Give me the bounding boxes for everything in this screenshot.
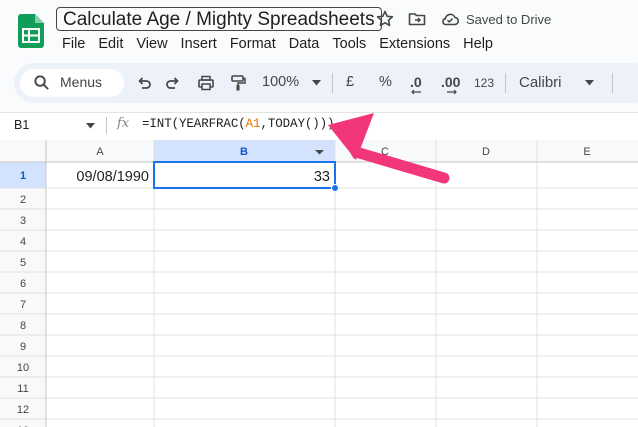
formula-bar-divider (106, 117, 107, 134)
redo-icon[interactable] (164, 74, 182, 92)
row-header-11[interactable]: 11 (17, 383, 28, 395)
save-status[interactable]: Saved to Drive (466, 12, 551, 27)
increase-decimal-button[interactable]: .00 (441, 74, 460, 90)
zoom-select[interactable]: 100% (262, 74, 299, 90)
fx-icon: fx (117, 116, 130, 131)
formula-prefix: =INT(YEARFRAC( (142, 117, 246, 131)
menu-extensions[interactable]: Extensions (379, 36, 450, 52)
move-folder-icon[interactable] (407, 9, 427, 29)
arrow-left-icon (411, 89, 421, 95)
menu-file[interactable]: File (62, 36, 85, 52)
menu-help[interactable]: Help (463, 36, 493, 52)
arrow-right-icon (447, 89, 457, 95)
cell-b1[interactable]: 33 (314, 169, 330, 185)
row-header-3[interactable]: 3 (20, 215, 26, 227)
print-icon[interactable] (197, 74, 215, 92)
cell-a1[interactable]: 09/08/1990 (76, 169, 149, 185)
name-box[interactable]: B1 (14, 118, 29, 132)
number-format-button[interactable]: 123 (474, 76, 494, 90)
menu-insert[interactable]: Insert (181, 36, 217, 52)
row-header-2[interactable]: 2 (20, 194, 26, 206)
search-menus-label: Menus (60, 74, 103, 90)
formula-cell-reference: A1 (245, 117, 261, 131)
menu-edit[interactable]: Edit (98, 36, 123, 52)
currency-format-button[interactable]: £ (346, 74, 354, 90)
row-header-12[interactable]: 12 (17, 404, 29, 416)
row-header-10[interactable]: 10 (17, 362, 29, 374)
row-header-7[interactable]: 7 (20, 299, 26, 311)
decrease-decimal-button[interactable]: .0 (410, 74, 422, 90)
name-box-dropdown-icon[interactable] (86, 123, 95, 129)
row-header-8[interactable]: 8 (20, 320, 26, 332)
percent-format-button[interactable]: % (379, 74, 392, 90)
column-header-e[interactable]: E (583, 146, 590, 158)
font-dropdown-icon[interactable] (585, 80, 594, 86)
menu-bar: File Edit View Insert Format Data Tools Extensi… (62, 36, 506, 52)
google-sheets-logo-icon[interactable] (18, 14, 44, 48)
column-header-d[interactable]: D (482, 146, 490, 158)
selected-cell-border (153, 161, 336, 189)
row-header-5[interactable]: 5 (20, 257, 26, 269)
spreadsheet-grid[interactable]: A B C D E 1 2 3 4 5 6 7 8 9 10 11 12 13 … (0, 140, 638, 427)
search-icon (34, 75, 49, 90)
row-header-4[interactable]: 4 (20, 236, 26, 248)
zoom-dropdown-icon[interactable] (312, 80, 321, 86)
toolbar-divider (505, 73, 506, 93)
undo-icon[interactable] (135, 74, 153, 92)
paint-format-icon[interactable] (229, 74, 247, 92)
column-header-a[interactable]: A (96, 146, 104, 158)
row-header-6[interactable]: 6 (20, 278, 26, 290)
formula-input[interactable]: =INT(YEARFRAC(A1,TODAY())) (142, 117, 335, 131)
font-family-select[interactable]: Calibri (519, 74, 562, 91)
row-header-9[interactable]: 9 (20, 341, 26, 353)
star-icon[interactable] (375, 9, 395, 29)
toolbar-divider (332, 73, 333, 93)
column-header-c[interactable]: C (381, 146, 389, 158)
document-title[interactable]: Calculate Age / Mighty Spreadsheets (56, 7, 382, 31)
menu-tools[interactable]: Tools (332, 36, 366, 52)
formula-suffix: ,TODAY())) (260, 117, 335, 131)
column-header-b[interactable]: B (240, 146, 248, 158)
toolbar-divider (612, 73, 613, 93)
menu-format[interactable]: Format (230, 36, 276, 52)
row-header-1[interactable]: 1 (20, 170, 26, 182)
fill-handle[interactable] (331, 184, 339, 192)
menu-view[interactable]: View (136, 36, 167, 52)
cloud-saved-icon[interactable] (440, 9, 460, 29)
menu-data[interactable]: Data (289, 36, 320, 52)
